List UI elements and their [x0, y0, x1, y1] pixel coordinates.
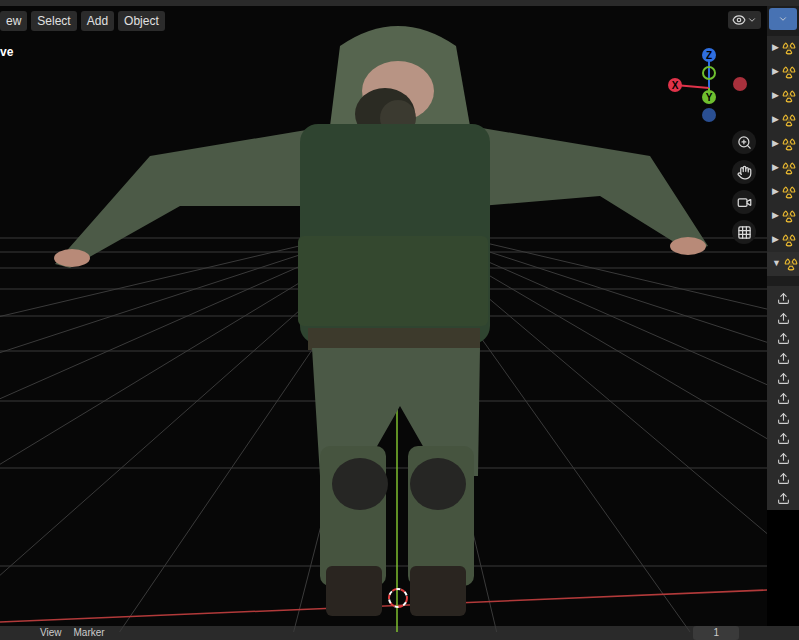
outliner-row[interactable]: ▶	[767, 60, 799, 84]
upload-icon	[777, 432, 790, 445]
object-icon	[782, 161, 796, 175]
upload-icon	[777, 492, 790, 505]
svg-text:Y: Y	[706, 92, 713, 103]
header-menu[interactable]: Add	[81, 11, 114, 31]
expand-toggle[interactable]: ▼	[772, 257, 781, 271]
chevron-down-icon	[778, 14, 788, 24]
properties-list	[767, 286, 799, 510]
expand-toggle[interactable]: ▶	[772, 185, 779, 199]
expand-toggle[interactable]: ▶	[772, 161, 779, 175]
timeline-menu[interactable]: Marker	[74, 626, 105, 640]
object-icon	[782, 185, 796, 199]
frame-field[interactable]: 1	[693, 626, 739, 640]
properties-row[interactable]	[767, 388, 799, 408]
expand-toggle[interactable]: ▶	[772, 65, 779, 79]
object-icon	[782, 65, 796, 79]
overlay-button[interactable]	[728, 11, 761, 29]
outliner-row[interactable]: ▶	[767, 84, 799, 108]
pan-button[interactable]	[732, 160, 756, 184]
object-icon	[782, 113, 796, 127]
properties-row[interactable]	[767, 488, 799, 508]
properties-row[interactable]	[767, 428, 799, 448]
properties-row[interactable]	[767, 408, 799, 428]
axis-gizmo[interactable]: Z X Y	[667, 46, 757, 128]
timeline-header: View Marker 1	[0, 626, 799, 640]
grid-icon	[737, 225, 752, 240]
upload-icon	[777, 392, 790, 405]
object-icon	[782, 41, 796, 55]
outliner: ▶ ▶ ▶ ▶ ▶ ▶ ▶ ▶ ▶ ▼	[767, 36, 799, 276]
upload-icon	[777, 412, 790, 425]
viewport-scene	[0, 6, 767, 632]
zoom-icon	[737, 135, 752, 150]
eye-icon	[732, 13, 746, 27]
3d-cursor-icon[interactable]	[389, 589, 407, 607]
ortho-button[interactable]	[732, 220, 756, 244]
viewport-header: ewSelectAddObject	[0, 6, 767, 31]
upload-icon	[777, 472, 790, 485]
navigation-tools	[732, 130, 756, 244]
expand-toggle[interactable]: ▶	[772, 41, 779, 55]
viewport[interactable]: ewSelectAddObject veZ X Y	[0, 6, 767, 626]
properties-row[interactable]	[767, 368, 799, 388]
properties-row[interactable]	[767, 328, 799, 348]
timeline-menu[interactable]: View	[40, 626, 62, 640]
expand-toggle[interactable]: ▶	[772, 233, 779, 247]
upload-icon	[777, 352, 790, 365]
properties-row[interactable]	[767, 448, 799, 468]
object-icon	[784, 257, 798, 271]
hand-icon	[737, 165, 752, 180]
zoom-button[interactable]	[732, 130, 756, 154]
object-icon	[782, 233, 796, 247]
header-menu[interactable]: Object	[118, 11, 165, 31]
camera-button[interactable]	[732, 190, 756, 214]
outliner-row[interactable]: ▶	[767, 228, 799, 252]
expand-toggle[interactable]: ▶	[772, 89, 779, 103]
outliner-row[interactable]: ▶	[767, 132, 799, 156]
editor-type-button[interactable]	[769, 8, 797, 30]
right-panel: ▶ ▶ ▶ ▶ ▶ ▶ ▶ ▶ ▶ ▼	[767, 6, 799, 626]
object-icon	[782, 209, 796, 223]
expand-toggle[interactable]: ▶	[772, 137, 779, 151]
camera-icon	[737, 195, 752, 210]
upload-icon	[777, 372, 790, 385]
svg-text:X: X	[672, 80, 679, 91]
view-label: ve	[0, 43, 767, 61]
outliner-row[interactable]: ▶	[767, 180, 799, 204]
outliner-row[interactable]: ▶	[767, 156, 799, 180]
object-icon	[782, 89, 796, 103]
header-menu[interactable]: ew	[0, 11, 27, 31]
svg-text:Z: Z	[706, 50, 712, 61]
upload-icon	[777, 452, 790, 465]
upload-icon	[777, 332, 790, 345]
outliner-row[interactable]: ▶	[767, 204, 799, 228]
upload-icon	[777, 312, 790, 325]
upload-icon	[777, 292, 790, 305]
character-model[interactable]	[54, 26, 708, 616]
outliner-row[interactable]: ▶	[767, 108, 799, 132]
header-menu[interactable]: Select	[31, 11, 76, 31]
properties-row[interactable]	[767, 288, 799, 308]
expand-toggle[interactable]: ▶	[772, 209, 779, 223]
blender-window: ewSelectAddObject veZ X Y ▶ ▶ ▶ ▶ ▶ ▶ ▶ ▶ ▶ ▼ View Mark…	[0, 0, 799, 640]
expand-toggle[interactable]: ▶	[772, 113, 779, 127]
object-icon	[782, 137, 796, 151]
chevron-down-icon	[747, 15, 757, 25]
properties-row[interactable]	[767, 468, 799, 488]
properties-row[interactable]	[767, 308, 799, 328]
outliner-row[interactable]: ▼	[767, 252, 799, 276]
outliner-row[interactable]: ▶	[767, 36, 799, 60]
floor-grid	[0, 231, 767, 632]
properties-row[interactable]	[767, 348, 799, 368]
